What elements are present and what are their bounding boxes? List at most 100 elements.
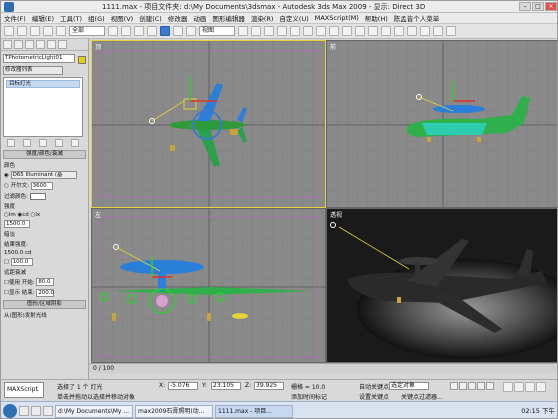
start-input[interactable]: 80.0 — [36, 278, 55, 286]
object-color-swatch[interactable] — [78, 56, 86, 64]
rendered-frame-icon[interactable] — [433, 26, 443, 36]
remove-modifier-icon[interactable] — [55, 139, 63, 147]
time-slider[interactable]: 0 / 100 — [89, 363, 557, 373]
menu-group[interactable]: 组(G) — [88, 13, 105, 23]
reference-coord-dropdown[interactable]: 视图 — [199, 26, 235, 36]
create-tab-icon[interactable] — [3, 40, 12, 49]
named-selection-icon[interactable] — [329, 26, 339, 36]
object-name-field[interactable]: TPhotometricLight01 — [3, 54, 75, 63]
maximize-button[interactable]: □ — [532, 2, 544, 11]
menu-rendering[interactable]: 渲染(R) — [251, 13, 274, 23]
intensity-input[interactable]: 1500.0 — [4, 219, 30, 228]
viewport-left[interactable]: 左 — [91, 208, 326, 363]
select-by-name-icon[interactable] — [121, 26, 131, 36]
menu-create[interactable]: 创建(C) — [139, 13, 162, 23]
undo-icon[interactable] — [4, 26, 14, 36]
menu-customize[interactable]: 自定义(U) — [279, 13, 308, 23]
viewport-top[interactable]: 顶 — [91, 40, 326, 208]
kelvin-radio[interactable]: ○ — [4, 183, 9, 189]
redo-icon[interactable] — [17, 26, 27, 36]
select-and-move-icon[interactable] — [160, 26, 170, 36]
viewport-label-top[interactable]: 顶 — [95, 42, 101, 51]
selection-filter-dropdown[interactable]: 全部 — [69, 26, 105, 36]
start-button[interactable] — [3, 404, 17, 418]
menu-edit[interactable]: 编辑(E) — [32, 13, 54, 23]
menu-graph-editors[interactable]: 图形编辑器 — [212, 13, 245, 23]
selected-object-dropdown[interactable]: 选定对象 — [389, 382, 429, 390]
snaps-toggle-icon[interactable] — [277, 26, 287, 36]
viewport-label-front[interactable]: 前 — [330, 42, 336, 51]
manipulate-icon[interactable] — [251, 26, 261, 36]
minimize-button[interactable]: – — [519, 2, 531, 11]
bind-space-warp-icon[interactable] — [56, 26, 66, 36]
3dsmax-app-icon[interactable] — [4, 1, 14, 12]
quicklaunch-ie-icon[interactable] — [19, 406, 29, 416]
viewport-front[interactable]: 前 — [326, 40, 557, 208]
modifier-list-dropdown[interactable]: 修改器列表 — [3, 66, 63, 75]
link-icon[interactable] — [30, 26, 40, 36]
viewport-perspective[interactable]: 透视 — [326, 208, 557, 363]
pin-stack-icon[interactable] — [7, 139, 15, 147]
select-and-scale-icon[interactable] — [186, 26, 196, 36]
y-coord-input[interactable]: 23.105 — [211, 382, 241, 390]
display-tab-icon[interactable] — [47, 40, 56, 49]
goto-start-icon[interactable] — [450, 382, 458, 390]
motion-tab-icon[interactable] — [36, 40, 45, 49]
material-editor-icon[interactable] — [407, 26, 417, 36]
layer-manager-icon[interactable] — [368, 26, 378, 36]
intensity-rollout-header[interactable]: 强度/颜色/衰减 — [3, 150, 86, 159]
kelvin-input[interactable]: 3600 — [30, 181, 53, 190]
set-key-button[interactable]: 设置关键点 — [359, 392, 389, 401]
close-button[interactable]: × — [545, 2, 557, 11]
modify-tab-icon[interactable] — [14, 40, 23, 49]
task-my-documents[interactable]: d:\My Documents\My ... — [55, 404, 133, 418]
select-object-icon[interactable] — [108, 26, 118, 36]
align-icon[interactable] — [355, 26, 365, 36]
select-and-rotate-icon[interactable] — [173, 26, 183, 36]
menu-maxscript[interactable]: MAXScript(M) — [315, 14, 359, 22]
viewport-label-perspective[interactable]: 透视 — [330, 210, 342, 219]
configure-sets-icon[interactable] — [71, 139, 79, 147]
z-coord-input[interactable]: 39.925 — [254, 382, 284, 390]
pivot-center-icon[interactable] — [238, 26, 248, 36]
make-unique-icon[interactable] — [39, 139, 47, 147]
menu-file[interactable]: 文件(F) — [4, 13, 26, 23]
spinner-snap-icon[interactable] — [316, 26, 326, 36]
hierarchy-tab-icon[interactable] — [25, 40, 34, 49]
render-setup-icon[interactable] — [420, 26, 430, 36]
quicklaunch-desktop-icon[interactable] — [43, 406, 53, 416]
aircraft-fuselage-top[interactable] — [169, 120, 245, 130]
zoom-all-icon[interactable] — [514, 382, 524, 392]
orbit-icon[interactable] — [536, 382, 546, 392]
quicklaunch-folder-icon[interactable] — [31, 406, 41, 416]
dim-checkbox[interactable]: ☐ — [4, 259, 9, 265]
menu-animation[interactable]: 动画 — [193, 13, 206, 23]
angle-snap-icon[interactable] — [290, 26, 300, 36]
pan-icon[interactable] — [525, 382, 535, 392]
unlink-icon[interactable] — [43, 26, 53, 36]
rectangular-selection-icon[interactable] — [134, 26, 144, 36]
filter-color-swatch[interactable] — [29, 192, 46, 200]
stack-item-target-light[interactable]: 目标灯光 — [6, 80, 80, 88]
prev-frame-icon[interactable] — [459, 382, 467, 390]
show-end-result-icon[interactable] — [23, 139, 31, 147]
play-icon[interactable] — [468, 382, 476, 390]
utilities-tab-icon[interactable] — [58, 40, 67, 49]
radar-dome-left[interactable] — [120, 260, 204, 274]
maxscript-listener[interactable]: MAXScript. — [4, 382, 44, 398]
modifier-stack[interactable]: 目标灯光 — [3, 77, 83, 137]
viewport-label-left[interactable]: 左 — [95, 210, 101, 219]
schematic-view-icon[interactable] — [394, 26, 404, 36]
add-time-tag[interactable]: 添加时间标记 — [291, 392, 327, 401]
auto-key-button[interactable]: 自动关键点 — [359, 382, 389, 391]
keyboard-shortcut-icon[interactable] — [264, 26, 274, 36]
end-input[interactable]: 200.0 — [36, 288, 55, 297]
key-filters-button[interactable]: 关键点过滤器... — [401, 392, 443, 401]
task-tutorial[interactable]: max2009石膏照明(动... — [135, 404, 213, 418]
menu-help[interactable]: 帮助(H) — [365, 13, 388, 23]
dim-percent-input[interactable]: 100.0 — [10, 257, 33, 266]
percent-snap-icon[interactable] — [303, 26, 313, 36]
curve-editor-icon[interactable] — [381, 26, 391, 36]
preset-radio[interactable]: ◉ — [4, 173, 9, 179]
color-preset-dropdown[interactable]: D65 Illuminant (基 — [10, 171, 77, 179]
